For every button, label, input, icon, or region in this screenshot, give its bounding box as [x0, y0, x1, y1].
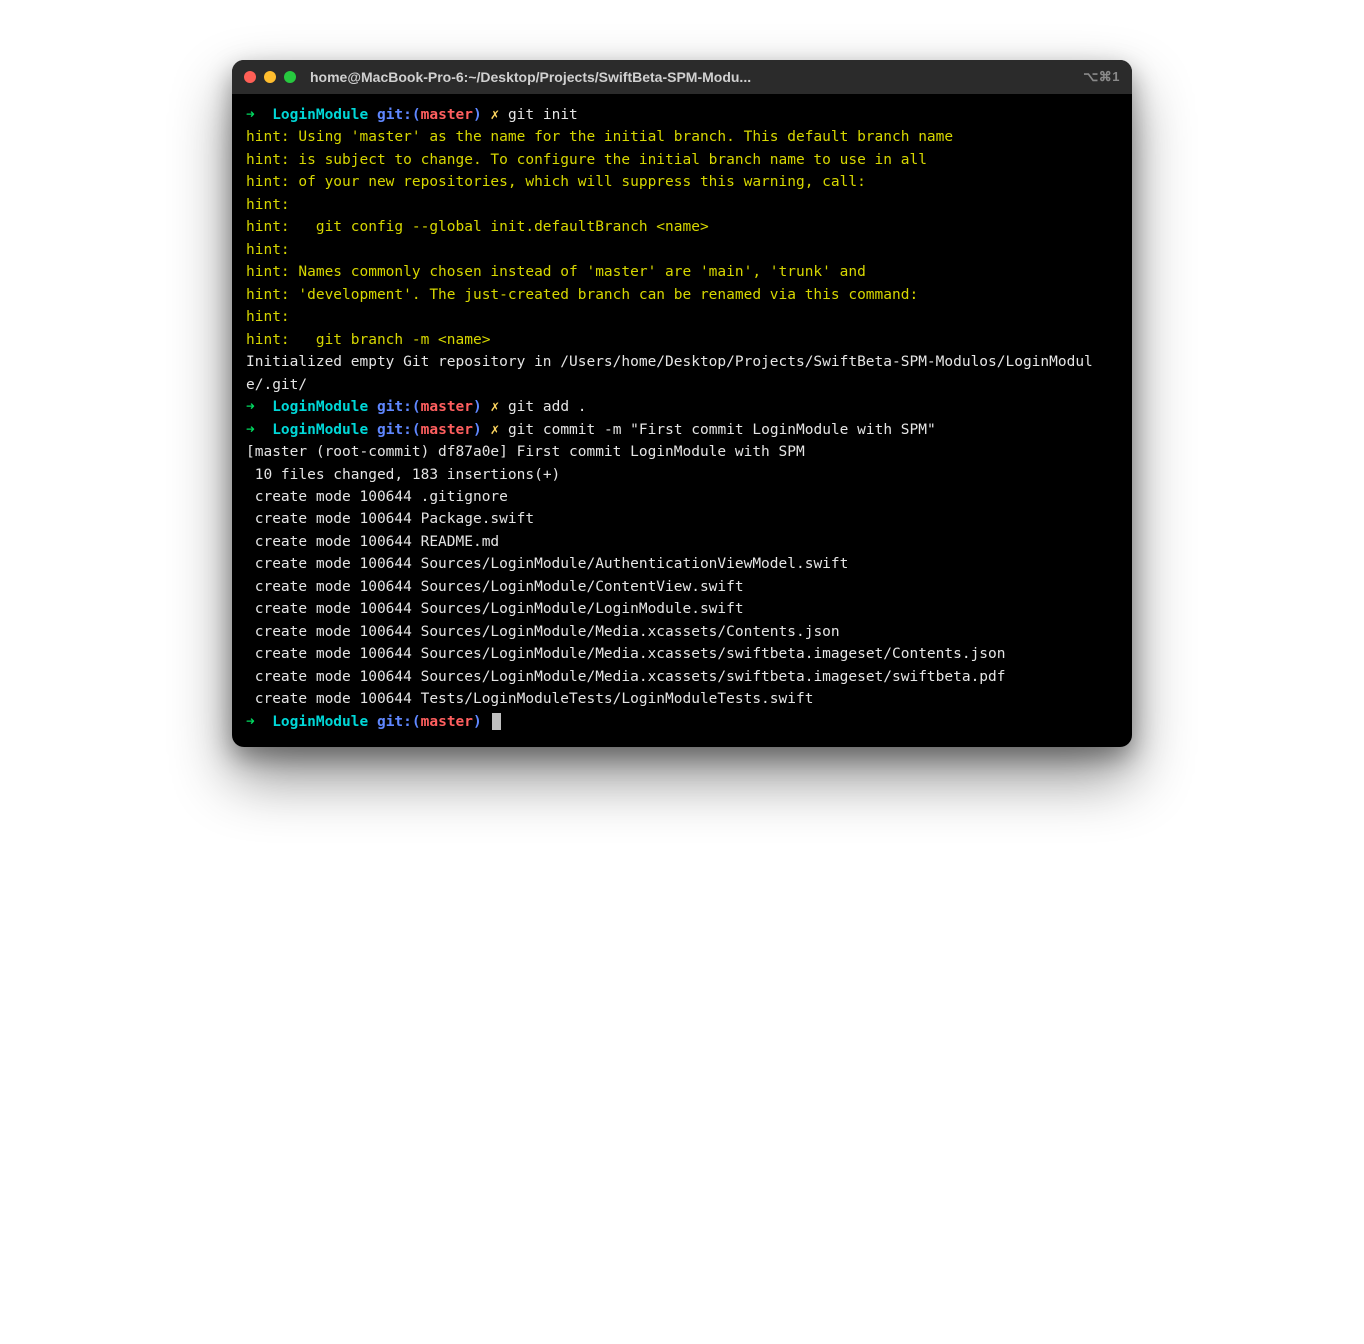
commit-output: create mode 100644 Sources/LoginModule/C…	[246, 579, 744, 595]
prompt-dir: LoginModule	[272, 107, 368, 123]
commit-output: create mode 100644 Sources/LoginModule/M…	[246, 669, 1006, 685]
prompt-arrow-icon: ➜	[246, 399, 255, 415]
prompt-dir: LoginModule	[272, 399, 368, 415]
git-label: git:(master)	[377, 714, 482, 730]
prompt-line-3: ➜ LoginModule git:(master) ✗ git commit …	[246, 419, 1118, 441]
git-label: git:(master)	[377, 399, 482, 415]
commit-output: create mode 100644 README.md	[246, 534, 499, 550]
git-label: git:(master)	[377, 422, 482, 438]
hint-line: hint: git branch -m <name>	[246, 332, 490, 348]
prompt-line-4: ➜ LoginModule git:(master)	[246, 711, 1118, 733]
commit-output: create mode 100644 Sources/LoginModule/M…	[246, 624, 840, 640]
commit-output: [master (root-commit) df87a0e] First com…	[246, 444, 805, 460]
command-git-init: git init	[508, 107, 578, 123]
commit-output: create mode 100644 Sources/LoginModule/A…	[246, 556, 848, 572]
hint-line: hint: is subject to change. To configure…	[246, 152, 927, 168]
init-output: Initialized empty Git repository in /Use…	[246, 354, 1093, 392]
commit-output: create mode 100644 Sources/LoginModule/L…	[246, 601, 744, 617]
git-branch: master	[421, 422, 473, 438]
prompt-line-1: ➜ LoginModule git:(master) ✗ git init	[246, 104, 1118, 126]
prompt-dir: LoginModule	[272, 422, 368, 438]
hint-line: hint:	[246, 242, 290, 258]
git-dirty-icon: ✗	[490, 422, 499, 438]
hint-line: hint: 'development'. The just-created br…	[246, 287, 918, 303]
prompt-line-2: ➜ LoginModule git:(master) ✗ git add .	[246, 396, 1118, 418]
hint-line: hint: of your new repositories, which wi…	[246, 174, 866, 190]
minimize-icon[interactable]	[264, 71, 276, 83]
hint-line: hint: git config --global init.defaultBr…	[246, 219, 709, 235]
zoom-icon[interactable]	[284, 71, 296, 83]
terminal-body[interactable]: ➜ LoginModule git:(master) ✗ git init hin…	[232, 94, 1132, 747]
terminal-window: home@MacBook-Pro-6:~/Desktop/Projects/Sw…	[232, 60, 1132, 747]
commit-output: create mode 100644 .gitignore	[246, 489, 508, 505]
hint-line: hint: Using 'master' as the name for the…	[246, 129, 953, 145]
git-label: git:(master)	[377, 107, 482, 123]
prompt-arrow-icon: ➜	[246, 107, 255, 123]
command-git-commit: git commit -m "First commit LoginModule …	[508, 422, 936, 438]
git-dirty-icon: ✗	[490, 107, 499, 123]
prompt-dir: LoginModule	[272, 714, 368, 730]
close-icon[interactable]	[244, 71, 256, 83]
commit-output: create mode 100644 Tests/LoginModuleTest…	[246, 691, 813, 707]
prompt-arrow-icon: ➜	[246, 422, 255, 438]
prompt-arrow-icon: ➜	[246, 714, 255, 730]
hint-line: hint:	[246, 197, 290, 213]
commit-output: create mode 100644 Sources/LoginModule/M…	[246, 646, 1006, 662]
git-branch: master	[421, 399, 473, 415]
traffic-lights	[244, 71, 296, 83]
window-title: home@MacBook-Pro-6:~/Desktop/Projects/Sw…	[310, 69, 1083, 85]
git-branch: master	[421, 107, 473, 123]
cursor-icon	[492, 713, 501, 730]
hint-line: hint: Names commonly chosen instead of '…	[246, 264, 866, 280]
commit-output: create mode 100644 Package.swift	[246, 511, 534, 527]
command-git-add: git add .	[508, 399, 587, 415]
hint-line: hint:	[246, 309, 290, 325]
shortcut-indicator: ⌥⌘1	[1083, 69, 1120, 85]
git-branch: master	[421, 714, 473, 730]
commit-output: 10 files changed, 183 insertions(+)	[246, 467, 560, 483]
git-dirty-icon: ✗	[490, 399, 499, 415]
titlebar: home@MacBook-Pro-6:~/Desktop/Projects/Sw…	[232, 60, 1132, 94]
